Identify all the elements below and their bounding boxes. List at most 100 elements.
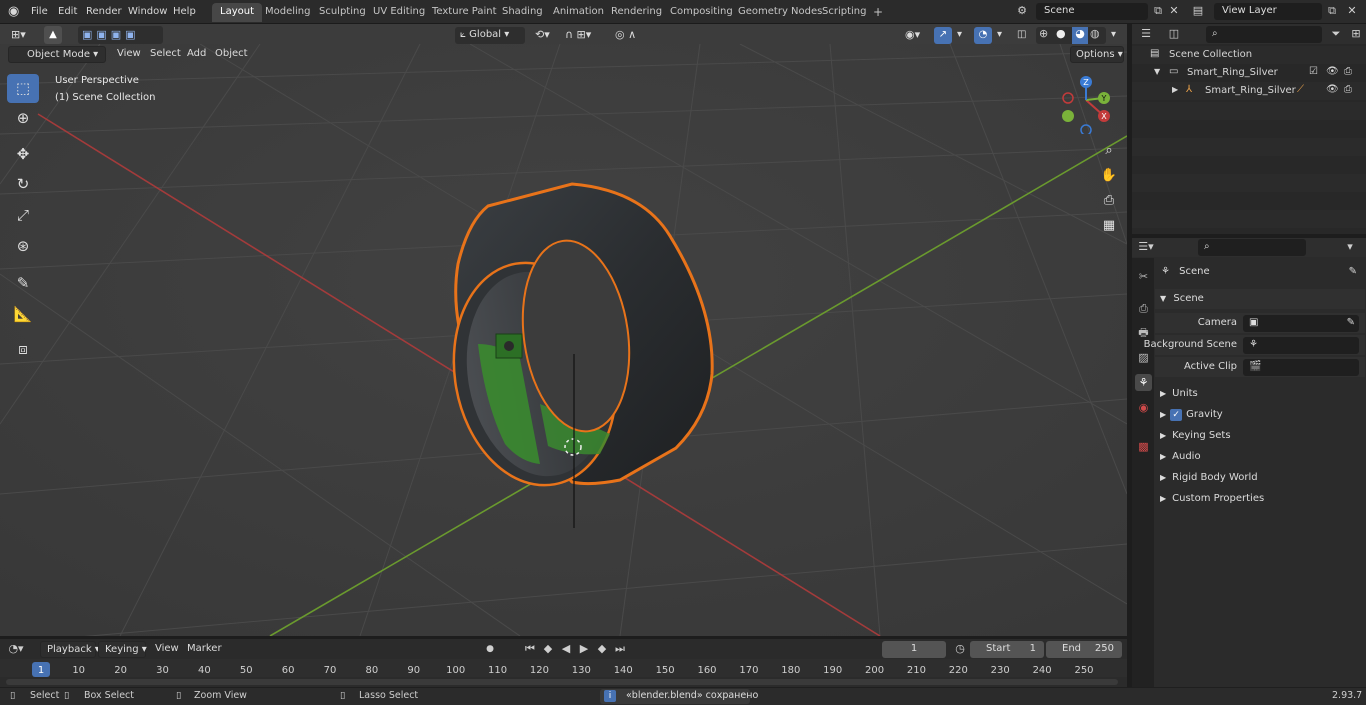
tool-tab-icon[interactable]: ✂ [1135,268,1152,285]
outliner-row-object[interactable]: ▶ ⅄ Smart_Ring_Silver ⟋ 👁 ⎙ [1132,82,1366,100]
texture-tab-icon[interactable]: ▩ [1135,438,1152,455]
active-clip-field[interactable]: 🎬 [1243,359,1359,376]
transform-orientation-dropdown[interactable]: ⟀ Global ▾ [455,27,525,44]
new-scene-icon[interactable]: ⧉ [1150,3,1166,20]
options-dropdown[interactable]: Options ▾ [1070,46,1124,63]
render-tab-icon[interactable]: ⎙ [1135,300,1152,317]
pivot-point-icon[interactable]: ⟲▾ [530,27,555,44]
menu-object[interactable]: Object [210,46,253,63]
add-workspace-button[interactable]: + [865,3,891,22]
menu-view[interactable]: View [112,46,146,63]
visibility-icon[interactable]: ◉▾ [900,27,925,44]
play-reverse-icon[interactable]: ◀ [558,641,574,658]
menu-help[interactable]: Help [173,0,196,24]
perspective-toggle-icon[interactable]: ▦ [1098,215,1120,237]
pin-icon[interactable]: ✎ [1349,262,1357,282]
gizmo-dropdown-icon[interactable]: ▾ [952,27,967,44]
rotate-tool-icon[interactable]: ↻ [7,170,39,199]
menu-file[interactable]: File [31,0,48,24]
editor-type-icon[interactable]: ⊞▾ [6,27,31,44]
zoom-view-icon[interactable]: ⌕ [1098,140,1120,162]
keying-sets-panel[interactable]: ▶ Keying Sets [1155,426,1365,446]
menu-edit[interactable]: Edit [58,0,77,24]
background-scene-field[interactable]: ⚘ [1243,337,1359,354]
pan-hand-icon[interactable]: ✋ [1098,165,1120,187]
audio-panel[interactable]: ▶ Audio [1155,447,1365,467]
object-mode-dropdown[interactable]: Object Mode ▾ [8,46,106,63]
timeline-view-menu[interactable]: View [150,641,184,658]
delete-view-layer-icon[interactable]: ✕ [1344,3,1360,20]
visibility-eye-icon[interactable]: 👁 [1326,66,1339,77]
expand-arrow-icon[interactable]: ▼ [1154,67,1160,76]
properties-editor-type-icon[interactable]: ☰▾ [1138,239,1154,256]
record-icon[interactable]: ● [482,641,498,658]
gravity-panel[interactable]: ▶ ✓ Gravity [1155,405,1365,425]
proportional-edit-icon[interactable]: ◎ ∧ [610,27,641,44]
current-frame-field[interactable]: 1 [882,641,946,658]
new-view-layer-icon[interactable]: ⧉ [1324,3,1340,20]
world-tab-icon[interactable]: ◉ [1135,399,1152,416]
delete-scene-icon[interactable]: ✕ [1166,3,1182,20]
gravity-checkbox[interactable]: ✓ [1170,409,1183,421]
play-icon[interactable]: ▶ [576,641,592,658]
view-layer-field[interactable]: View Layer [1214,3,1322,20]
exclude-checkbox-icon[interactable]: ☑ [1309,66,1318,77]
select-box-tool-icon[interactable]: ⬚ [7,74,39,103]
outliner-row-collection[interactable]: ▼ ▭ Smart_Ring_Silver ☑ 👁 ⎙ [1132,64,1366,82]
eyedropper-icon[interactable]: ✎ [1347,315,1355,331]
scene-name-field[interactable]: Scene [1036,3,1148,20]
snap-icon[interactable]: ∩ ⊞▾ [560,27,596,44]
xray-icon[interactable]: ◫ [1012,27,1031,44]
tab-compositing[interactable]: Compositing [662,3,741,22]
keying-menu[interactable]: Keying ▾ [98,641,147,658]
tab-rendering[interactable]: Rendering [603,3,670,22]
filter-icon[interactable]: ⏷ [1328,26,1344,43]
jump-keyframe-forward-icon[interactable]: ◆ [594,641,610,658]
jump-start-icon[interactable]: ⏮ [522,641,538,658]
add-cube-tool-icon[interactable]: ⧈ [7,335,39,364]
start-frame-field[interactable]: Start 1 [970,641,1044,658]
menu-render[interactable]: Render [86,0,122,24]
scale-tool-icon[interactable]: ⤢ [7,201,39,230]
camera-field[interactable]: ▣ ✎ [1243,315,1359,332]
outliner-editor-type-icon[interactable]: ☰ [1138,26,1154,43]
render-camera-icon[interactable]: ⎙ [1344,66,1352,77]
select-tool-icon[interactable]: ▲ [44,26,62,44]
3d-viewport[interactable]: User Perspective (1) Scene Collection X … [0,44,1127,636]
expand-arrow-icon[interactable]: ▶ [1172,85,1178,94]
tab-animation[interactable]: Animation [545,3,612,22]
playback-menu[interactable]: Playback ▾ [40,641,100,658]
outliner-row-root[interactable]: ▤ Scene Collection [1132,46,1366,64]
scene-selector-icon[interactable]: ⚙ [1014,3,1030,20]
menu-add[interactable]: Add [182,46,211,63]
outliner-search-input[interactable]: ⌕ [1206,26,1322,43]
camera-view-icon[interactable]: ⎙ [1098,190,1120,212]
menu-window[interactable]: Window [128,0,167,24]
properties-options-icon[interactable]: ▾ [1342,239,1358,256]
scene-panel-header[interactable]: ▼ Scene [1155,289,1365,309]
render-camera-icon[interactable]: ⎙ [1344,84,1352,95]
view-layer-selector-icon[interactable]: ▤ [1190,3,1206,20]
menu-select[interactable]: Select [145,46,186,63]
material-shading-icon[interactable]: ◕ [1072,27,1088,44]
solid-shading-icon[interactable]: ● [1056,27,1066,40]
annotate-tool-icon[interactable]: ✎ [7,269,39,298]
jump-end-icon[interactable]: ⏭ [612,641,628,658]
overlays-dropdown-icon[interactable]: ▾ [992,27,1007,44]
measure-tool-icon[interactable]: 📐 [7,300,39,329]
transform-tool-icon[interactable]: ⊛ [7,232,39,261]
wireframe-shading-icon[interactable]: ⊕ [1039,27,1048,40]
move-tool-icon[interactable]: ✥ [7,140,39,169]
marker-menu[interactable]: Marker [182,641,227,658]
new-collection-icon[interactable]: ⊞ [1348,26,1364,43]
jump-keyframe-back-icon[interactable]: ◆ [540,641,556,658]
units-panel[interactable]: ▶ Units [1155,384,1365,404]
navigation-gizmo[interactable]: X Y Z [1058,74,1118,134]
blender-logo-icon[interactable]: ◉ [8,0,19,24]
custom-properties-panel[interactable]: ▶ Custom Properties [1155,489,1365,509]
display-mode-icon[interactable]: ◫ [1166,26,1182,43]
timeline-scrollbar[interactable] [6,679,1118,685]
overlays-toggle-icon[interactable]: ◔ [974,27,992,44]
rendered-shading-icon[interactable]: ◍ [1090,27,1100,40]
properties-search-input[interactable]: ⌕ [1198,239,1306,256]
